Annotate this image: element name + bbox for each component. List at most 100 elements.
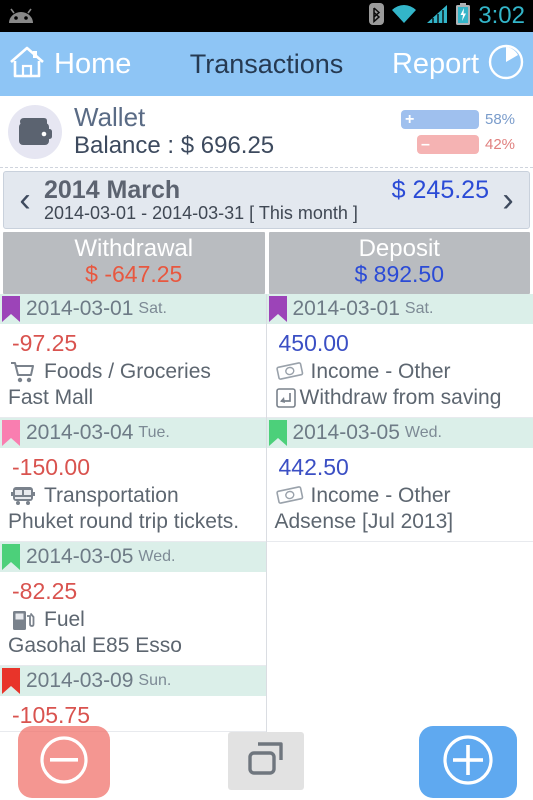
bus-icon: [8, 483, 38, 509]
date-header: 2014-03-01 Sat.: [266, 293, 533, 324]
transaction-note-text: Withdraw from saving: [299, 385, 502, 409]
date-header: 2014-03-04 Tue.: [0, 417, 266, 448]
transaction-weekday: Sun.: [138, 671, 172, 689]
fuel-pump-icon: [8, 607, 38, 633]
chevron-right-icon[interactable]: ›: [493, 183, 523, 217]
top-navigation-bar: Home Transactions Report: [0, 32, 533, 96]
bookmark-icon: [2, 295, 20, 322]
android-robot-icon: [6, 7, 36, 25]
chevron-left-icon[interactable]: ‹: [10, 183, 40, 217]
bookmark-icon: [268, 295, 287, 322]
deposit-summary: Deposit $ 892.50: [268, 232, 530, 294]
transaction-weekday: Sat.: [138, 299, 167, 317]
transaction-weekday: Sat.: [404, 299, 434, 317]
wallet-icon: [8, 105, 62, 159]
minus-circle-icon: [37, 733, 91, 792]
bluetooth-icon: [369, 2, 385, 30]
transaction-date: 2014-03-04: [26, 420, 134, 444]
transaction-category: Fuel: [44, 607, 85, 631]
status-bar: 3:02: [0, 0, 533, 32]
transaction-amount: -150.00: [12, 453, 91, 480]
status-bar-right: 3:02: [369, 2, 525, 30]
wallet-negative-bar-row: – 42%: [401, 135, 523, 154]
deposit-amount: $ 892.50: [354, 261, 445, 288]
minus-sign-icon: –: [421, 135, 430, 153]
withdrawal-column: 2014-03-01 Sat. -97.25 Foods / Groceries…: [0, 293, 267, 732]
transaction-amount: 450.00: [278, 329, 349, 356]
transaction-row[interactable]: 2014-03-05 Wed. -82.25 Fuel Gasohal E85 …: [0, 541, 266, 666]
pie-chart-icon: [487, 43, 525, 86]
add-deposit-button[interactable]: [419, 726, 517, 798]
wallet-positive-bar: +: [401, 110, 479, 129]
date-header: 2014-03-09 Sun.: [0, 665, 266, 696]
month-net-amount: $ 245.25: [391, 176, 489, 204]
battery-charging-icon: [455, 2, 471, 30]
transaction-category-line: Income - Other: [267, 359, 533, 386]
wallet-positive-percent: 58%: [485, 111, 516, 128]
transaction-category: Income - Other: [310, 359, 451, 383]
transaction-row[interactable]: 2014-03-05 Wed. 442.50 Income - Other Ad…: [266, 417, 533, 542]
transaction-row[interactable]: 2014-03-04 Tue. -150.00 Transportation P…: [0, 417, 266, 542]
page-title: Transactions: [189, 48, 344, 79]
transaction-date: 2014-03-05: [26, 544, 134, 568]
date-header: 2014-03-01 Sat.: [0, 293, 266, 324]
date-header: 2014-03-05 Wed.: [266, 417, 533, 448]
home-icon: [8, 44, 46, 85]
transaction-date: 2014-03-01: [26, 296, 134, 320]
plus-circle-icon: [440, 732, 496, 793]
wallet-summary-row[interactable]: Wallet Balance : $ 696.25 + 58% – 42%: [0, 96, 533, 168]
transaction-category-line: Transportation: [0, 483, 266, 510]
add-withdrawal-button[interactable]: [18, 726, 110, 798]
transaction-note: Fast Mall: [8, 385, 94, 409]
transaction-amount: -97.25: [12, 329, 78, 356]
transaction-category: Foods / Groceries: [44, 359, 211, 383]
wallet-negative-percent: 42%: [485, 136, 516, 153]
transaction-row[interactable]: 2014-03-01 Sat. 450.00 Income - Other Wi…: [266, 293, 533, 418]
month-navigation-bar: ‹ 2014 March $ 245.25 2014-03-01 - 2014-…: [3, 171, 530, 229]
multi-window-icon: [245, 740, 287, 783]
transaction-category-line: Foods / Groceries: [0, 359, 266, 386]
report-label: Report: [391, 47, 479, 80]
banknote-icon: [275, 483, 305, 509]
transaction-columns: 2014-03-01 Sat. -97.25 Foods / Groceries…: [0, 293, 533, 732]
transaction-date: 2014-03-01: [292, 296, 400, 320]
wallet-balance: Balance : $ 696.25: [74, 132, 275, 160]
month-title: 2014 March: [44, 176, 181, 204]
home-button[interactable]: Home: [8, 44, 131, 85]
status-bar-clock: 3:02: [478, 2, 525, 29]
deposit-column: 2014-03-01 Sat. 450.00 Income - Other Wi…: [266, 293, 533, 732]
wallet-negative-bar: –: [417, 135, 479, 154]
status-bar-left: [6, 7, 369, 25]
app-root: 3:02 Home Transactions Report Wallet Bal…: [0, 0, 533, 800]
wallet-name: Wallet: [74, 102, 146, 133]
date-header: 2014-03-05 Wed.: [0, 541, 266, 572]
transaction-row[interactable]: 2014-03-09 Sun. -105.75: [0, 665, 266, 732]
transaction-row[interactable]: 2014-03-01 Sat. -97.25 Foods / Groceries…: [0, 293, 266, 418]
transaction-date: 2014-03-09: [26, 668, 134, 692]
banknote-icon: [275, 359, 305, 385]
bookmark-icon: [2, 667, 20, 694]
summary-header-row: Withdrawal $ -647.25 Deposit $ 892.50: [0, 229, 533, 294]
month-date-range: 2014-03-01 - 2014-03-31 [ This month ]: [44, 203, 358, 223]
bookmark-icon: [2, 419, 20, 446]
multi-window-button[interactable]: [228, 732, 304, 790]
withdrawal-summary: Withdrawal $ -647.25: [3, 232, 265, 294]
month-period-selector[interactable]: 2014 March $ 245.25 2014-03-01 - 2014-03…: [40, 176, 493, 224]
deposit-label: Deposit: [358, 235, 440, 262]
transaction-weekday: Wed.: [404, 423, 442, 441]
transaction-amount: -82.25: [12, 577, 78, 604]
transaction-category-line: Income - Other: [267, 483, 533, 510]
transaction-weekday: Wed.: [138, 547, 176, 565]
wallet-positive-bar-row: + 58%: [401, 110, 523, 129]
transaction-note: Adsense [Jul 2013]: [274, 509, 454, 533]
transaction-note: Phuket round trip tickets.: [8, 509, 240, 533]
report-button[interactable]: Report: [392, 43, 525, 86]
wallet-text-block: Wallet Balance : $ 696.25: [74, 103, 401, 160]
transaction-weekday: Tue.: [138, 423, 170, 441]
bookmark-icon: [268, 419, 287, 446]
transfer-in-icon: [275, 387, 297, 409]
transaction-category-line: Fuel: [0, 607, 266, 634]
withdrawal-amount: $ -647.25: [85, 261, 183, 288]
wallet-percent-bars: + 58% – 42%: [401, 110, 523, 154]
transaction-category: Income - Other: [310, 483, 451, 507]
